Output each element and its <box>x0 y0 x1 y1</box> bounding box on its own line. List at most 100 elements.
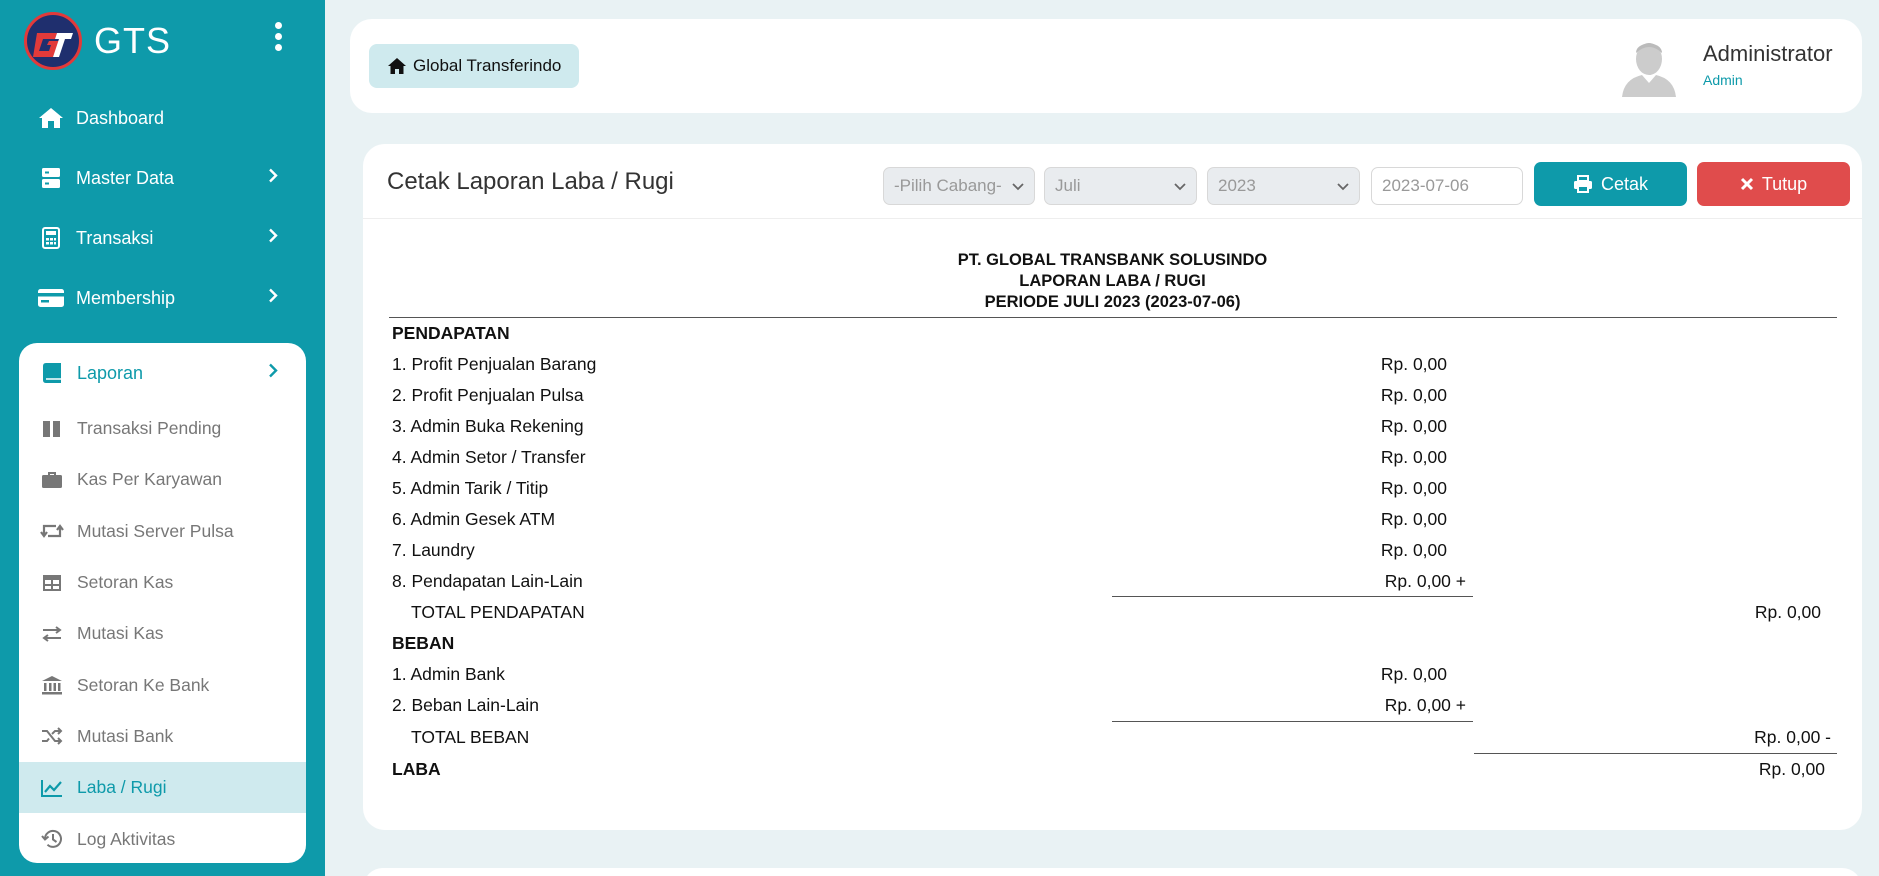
row-value: Rp. 0,00 <box>1381 509 1447 530</box>
sidebar-item-label: Setoran Kas <box>77 572 173 593</box>
nav-item-label: Transaksi <box>76 228 153 249</box>
sidebar-item-label: Setoran Ke Bank <box>77 675 209 696</box>
sidebar-item-label: Transaksi Pending <box>77 418 221 439</box>
row-label: 2. Profit Penjualan Pulsa <box>392 385 584 406</box>
print-button[interactable]: Cetak <box>1534 162 1687 206</box>
sidebar-item-label: Laba / Rugi <box>77 777 167 798</box>
nav-item-master-data[interactable]: Master Data <box>0 148 325 208</box>
nav-item-label: Master Data <box>76 168 174 189</box>
row-total: Rp. 0,00 <box>1759 759 1825 780</box>
report-title: LAPORAN LABA / RUGI <box>363 271 1862 292</box>
print-icon <box>1573 175 1593 193</box>
row-label: 8. Pendapatan Lain-Lain <box>392 571 583 592</box>
report-row: 4. Admin Setor / Transfer Rp. 0,00 <box>392 442 1837 473</box>
sidebar-item-mutasi-server-pulsa[interactable]: Mutasi Server Pulsa <box>19 506 306 557</box>
total-pendapatan-row: TOTAL PENDAPATAN Rp. 0,00 <box>392 597 1837 628</box>
chart-line-icon <box>37 776 67 800</box>
credit-card-icon <box>36 285 66 311</box>
nav-item-laporan[interactable]: Laporan <box>19 343 306 403</box>
kebab-menu-icon[interactable] <box>268 22 288 58</box>
row-label: 6. Admin Gesek ATM <box>392 509 555 530</box>
bulan-select[interactable]: Juli <box>1044 167 1197 205</box>
top-header: Global Transferindo Administrator Admin <box>350 19 1862 113</box>
section-pendapatan: PENDAPATAN <box>392 318 1837 349</box>
nav-item-transaksi[interactable]: Transaksi <box>0 208 325 268</box>
sidebar-item-transaksi-pending[interactable]: Transaksi Pending <box>19 403 306 454</box>
close-button[interactable]: Tutup <box>1697 162 1850 206</box>
row-label: 4. Admin Setor / Transfer <box>392 447 586 468</box>
report-row: 1. Profit Penjualan Barang Rp. 0,00 <box>392 349 1837 380</box>
cabang-select[interactable]: -Pilih Cabang- <box>883 167 1035 205</box>
sidebar-item-laba-rugi[interactable]: Laba / Rugi <box>19 762 306 813</box>
sidebar-item-log-aktivitas[interactable]: Log Aktivitas <box>19 813 306 863</box>
sidebar-item-mutasi-kas[interactable]: Mutasi Kas <box>19 608 306 659</box>
nav-item-membership[interactable]: Membership <box>0 268 325 328</box>
main-nav: Dashboard Master Data Transaksi Membe <box>0 88 325 328</box>
brand-name: GTS <box>94 20 171 62</box>
brand[interactable]: GTS <box>24 12 171 70</box>
briefcase-icon <box>37 468 67 492</box>
sidebar-item-mutasi-bank[interactable]: Mutasi Bank <box>19 711 306 762</box>
table-icon <box>37 571 67 595</box>
row-label: 1. Admin Bank <box>392 664 505 685</box>
row-total: Rp. 0,00 - <box>1754 727 1831 748</box>
avatar[interactable] <box>1620 37 1678 97</box>
home-icon <box>36 105 66 131</box>
shuffle-icon <box>37 724 67 748</box>
sidebar-item-label: Log Aktivitas <box>77 829 175 850</box>
chevron-down-icon <box>1174 176 1186 196</box>
chevron-right-icon <box>268 168 278 189</box>
report-row: 2. Beban Lain-Lain Rp. 0,00 + <box>392 690 1837 721</box>
row-value: Rp. 0,00 <box>1381 664 1447 685</box>
report-period: PERIODE JULI 2023 (2023-07-06) <box>363 292 1862 313</box>
sidebar: GTS Dashboard Master Data Transaksi <box>0 0 325 876</box>
chevron-down-icon <box>1012 176 1024 196</box>
row-value: Rp. 0,00 <box>1381 478 1447 499</box>
row-label: 2. Beban Lain-Lain <box>392 695 539 716</box>
report-row: 7. Laundry Rp. 0,00 <box>392 535 1837 566</box>
row-value: Rp. 0,00 <box>1381 354 1447 375</box>
close-button-label: Tutup <box>1762 174 1807 195</box>
row-total: Rp. 0,00 <box>1755 602 1821 623</box>
breadcrumb[interactable]: Global Transferindo <box>369 44 579 88</box>
print-button-label: Cetak <box>1601 174 1648 195</box>
page-title: Cetak Laporan Laba / Rugi <box>387 168 674 196</box>
chevron-right-icon <box>268 363 278 384</box>
total-beban-row: TOTAL BEBAN Rp. 0,00 - <box>392 722 1837 753</box>
user-name: Administrator <box>1703 41 1833 67</box>
history-icon <box>37 827 67 851</box>
row-label: TOTAL BEBAN <box>411 727 529 748</box>
tanggal-input[interactable]: 2023-07-06 <box>1371 167 1523 205</box>
close-icon <box>1740 177 1754 191</box>
retweet-icon <box>37 519 67 543</box>
report-card: Cetak Laporan Laba / Rugi -Pilih Cabang-… <box>363 144 1862 830</box>
report-row: 2. Profit Penjualan Pulsa Rp. 0,00 <box>392 380 1837 411</box>
row-label: 7. Laundry <box>392 540 475 561</box>
tanggal-input-value: 2023-07-06 <box>1382 176 1469 196</box>
report-row: 8. Pendapatan Lain-Lain Rp. 0,00 + <box>392 566 1837 597</box>
exchange-icon <box>37 622 67 646</box>
sidebar-item-label: Mutasi Bank <box>77 726 173 747</box>
report-heading: PT. GLOBAL TRANSBANK SOLUSINDO LAPORAN L… <box>363 250 1862 313</box>
secondary-card <box>363 868 1862 876</box>
calculator-icon <box>36 225 66 251</box>
report-row: 5. Admin Tarik / Titip Rp. 0,00 <box>392 473 1837 504</box>
row-value: Rp. 0,00 <box>1381 540 1447 561</box>
nav-item-dashboard[interactable]: Dashboard <box>0 88 325 148</box>
nav-item-label: Membership <box>76 288 175 309</box>
laporan-submenu: Laporan Transaksi Pending Kas Per Karyaw… <box>19 343 306 863</box>
sidebar-item-setoran-kas[interactable]: Setoran Kas <box>19 557 306 608</box>
tahun-select[interactable]: 2023 <box>1207 167 1360 205</box>
sidebar-item-setoran-ke-bank[interactable]: Setoran Ke Bank <box>19 659 306 710</box>
row-value: Rp. 0,00 + <box>1385 571 1466 592</box>
home-icon <box>387 57 407 75</box>
bank-icon <box>37 673 67 697</box>
sidebar-item-label: Kas Per Karyawan <box>77 469 222 490</box>
sidebar-item-label: Mutasi Kas <box>77 623 164 644</box>
row-label: TOTAL PENDAPATAN <box>411 602 585 623</box>
sidebar-item-kas-per-karyawan[interactable]: Kas Per Karyawan <box>19 454 306 505</box>
sidebar-item-label: Mutasi Server Pulsa <box>77 521 234 542</box>
server-icon <box>36 165 66 191</box>
row-label: LABA <box>392 759 441 780</box>
bulan-select-value: Juli <box>1055 176 1081 196</box>
